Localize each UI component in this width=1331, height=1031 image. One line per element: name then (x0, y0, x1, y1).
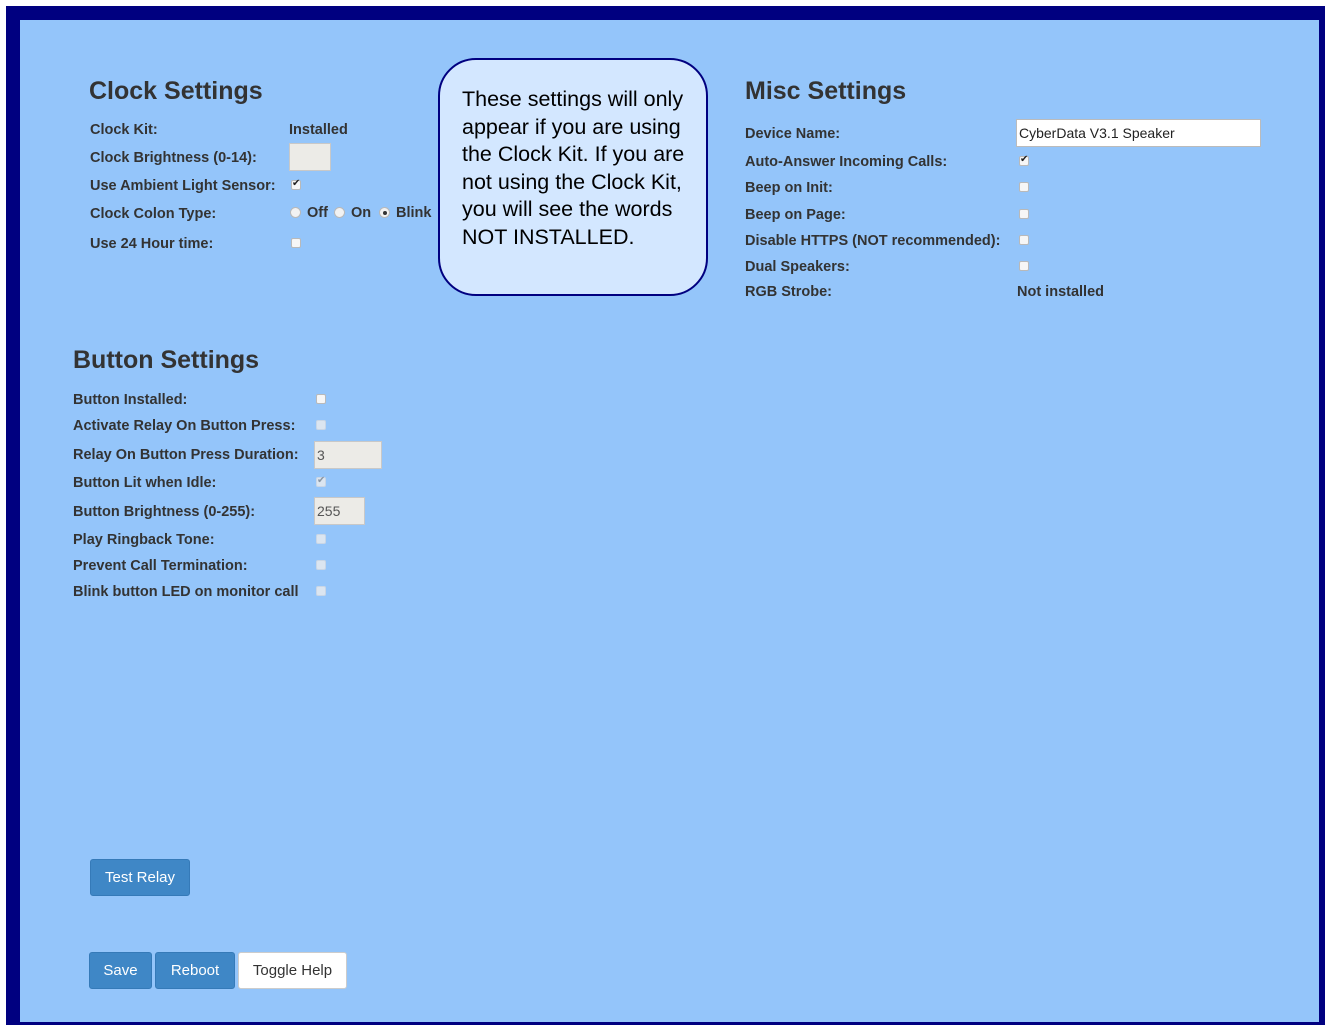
test-relay-button[interactable]: Test Relay (90, 859, 190, 896)
colon-blink-radio[interactable] (379, 207, 390, 218)
button-brightness-input[interactable] (314, 497, 365, 525)
auto-answer-checkbox[interactable] (1019, 154, 1029, 166)
button-settings-title: Button Settings (73, 346, 260, 374)
ambient-light-label: Use Ambient Light Sensor: (90, 178, 276, 194)
clock-colon-label: Clock Colon Type: (90, 206, 217, 222)
prevent-term-label: Prevent Call Termination: (73, 558, 248, 574)
device-name-input[interactable] (1016, 119, 1261, 147)
blink-led-label: Blink button LED on monitor call (73, 584, 299, 600)
clock-kit-value: Installed (289, 122, 348, 138)
relay-duration-label: Relay On Button Press Duration: (73, 447, 299, 463)
colon-on-radio[interactable] (334, 207, 345, 218)
blink-led-checkbox[interactable] (316, 586, 326, 596)
hour24-label: Use 24 Hour time: (90, 236, 214, 252)
dual-speakers-checkbox[interactable] (1019, 261, 1029, 271)
disable-https-checkbox[interactable] (1019, 235, 1029, 245)
colon-off-radio[interactable] (290, 207, 301, 218)
button-installed-label: Button Installed: (73, 392, 188, 408)
beep-page-checkbox[interactable] (1019, 209, 1029, 219)
beep-page-label: Beep on Page: (745, 207, 846, 223)
dual-speakers-label: Dual Speakers: (745, 259, 850, 275)
button-brightness-label: Button Brightness (0-255): (73, 504, 256, 520)
disable-https-label: Disable HTTPS (NOT recommended): (745, 233, 1001, 249)
rgb-strobe-label: RGB Strobe: (745, 284, 832, 300)
colon-on-label: On (351, 205, 372, 221)
toggle-help-button[interactable]: Toggle Help (238, 952, 347, 989)
auto-answer-label: Auto-Answer Incoming Calls: (745, 154, 948, 170)
button-installed-checkbox[interactable] (316, 394, 326, 404)
ringback-checkbox[interactable] (316, 534, 326, 544)
clock-kit-label: Clock Kit: (90, 122, 158, 138)
device-name-label: Device Name: (745, 126, 841, 142)
lit-idle-label: Button Lit when Idle: (73, 475, 217, 491)
relay-press-label: Activate Relay On Button Press: (73, 418, 296, 434)
relay-press-checkbox[interactable] (316, 420, 326, 430)
colon-off-label: Off (307, 205, 328, 221)
ambient-light-checkbox[interactable] (291, 178, 301, 190)
clock-settings-title: Clock Settings (89, 77, 263, 105)
beep-init-label: Beep on Init: (745, 180, 833, 196)
clock-brightness-label: Clock Brightness (0-14): (90, 150, 257, 166)
colon-blink-label: Blink (396, 205, 432, 221)
beep-init-checkbox[interactable] (1019, 182, 1029, 192)
hour24-checkbox[interactable] (291, 238, 301, 248)
reboot-button[interactable]: Reboot (155, 952, 235, 989)
misc-settings-title: Misc Settings (745, 77, 907, 105)
ringback-label: Play Ringback Tone: (73, 532, 215, 548)
rgb-strobe-value: Not installed (1017, 284, 1105, 300)
help-bubble: These settings will only appear if you a… (438, 58, 708, 296)
save-button[interactable]: Save (89, 952, 152, 989)
clock-brightness-input[interactable] (289, 143, 331, 171)
lit-idle-checkbox[interactable] (316, 475, 326, 487)
prevent-term-checkbox[interactable] (316, 560, 326, 570)
relay-duration-input[interactable] (314, 441, 382, 469)
